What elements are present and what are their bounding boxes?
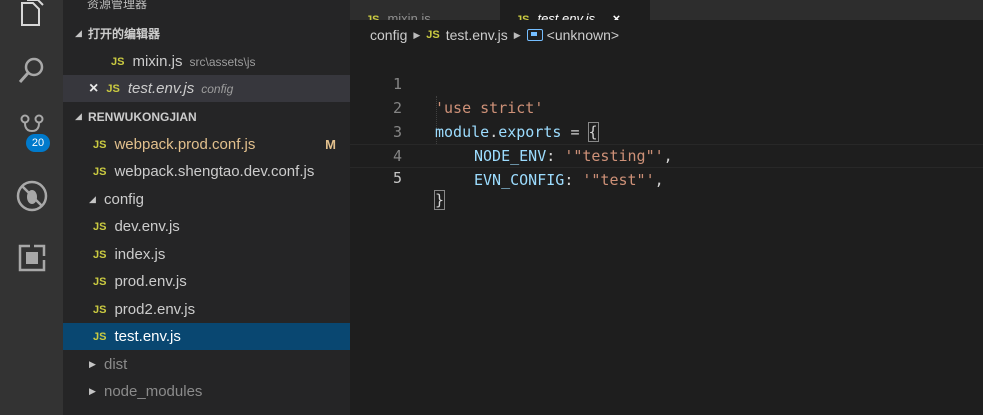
punct-token: : xyxy=(564,171,583,189)
tab-test-env[interactable]: JS test.env.js × xyxy=(500,0,650,20)
tab-mixin[interactable]: JS mixin.js xyxy=(350,0,500,20)
close-icon[interactable]: × xyxy=(89,80,98,98)
tab-label-text: mixin.js xyxy=(387,11,431,20)
tab-label: JS mixin.js xyxy=(366,11,431,20)
line-number: 5 xyxy=(392,169,402,187)
tab-label: JS test.env.js × xyxy=(516,11,620,20)
explorer-title-label: 资源管理器 xyxy=(87,0,148,11)
string-token: '"test"' xyxy=(582,171,655,189)
open-editor-path: src\assets\js xyxy=(189,54,256,69)
breadcrumb-symbol[interactable]: <unknown> xyxy=(547,27,619,43)
caret-down-icon: ◢ xyxy=(89,194,96,204)
key-token: EVN_CONFIG xyxy=(474,171,565,189)
folder-node-modules[interactable]: ▶ node_modules xyxy=(63,378,350,405)
code-editor[interactable]: 1 'use strict' 2 module.exports = { 3 NO… xyxy=(350,48,983,415)
scm-count-badge: 20 xyxy=(26,134,50,152)
punct-token: , xyxy=(654,171,664,189)
js-file-icon: JS xyxy=(93,165,107,178)
js-file-icon: JS xyxy=(106,82,120,95)
open-editors-header[interactable]: ◢ 打开的编辑器 xyxy=(63,20,350,47)
file-item[interactable]: JS dev.env.js xyxy=(63,213,350,240)
file-name: prod2.env.js xyxy=(114,301,196,318)
code-text: } xyxy=(433,189,446,211)
open-editor-item-active[interactable]: × JS test.env.js config xyxy=(63,75,350,102)
caret-right-icon: ▶ xyxy=(89,386,96,396)
file-name: dev.env.js xyxy=(114,218,180,235)
js-file-icon: JS xyxy=(366,14,380,20)
file-item[interactable]: JS index.js xyxy=(63,241,350,268)
code-line[interactable]: 1 'use strict' xyxy=(350,48,983,117)
open-editor-path: config xyxy=(201,81,234,96)
code-line-current[interactable]: 5 } xyxy=(350,144,983,210)
files-icon[interactable] xyxy=(0,0,63,38)
folder-name: dist xyxy=(104,356,128,373)
breadcrumb: config ▶ JS test.env.js ▶ <unknown> xyxy=(350,22,983,48)
code-line[interactable]: 2 module.exports = { xyxy=(350,72,983,142)
open-editors-label: 打开的编辑器 xyxy=(88,27,161,41)
file-item[interactable]: JS prod.env.js xyxy=(63,268,350,295)
caret-down-icon: ◢ xyxy=(75,28,82,38)
folder-dist[interactable]: ▶ dist xyxy=(63,351,350,378)
breadcrumb-folder[interactable]: config xyxy=(370,27,407,43)
symbol-icon xyxy=(526,29,543,41)
code-line[interactable]: 4 EVN_CONFIG: '"test"', xyxy=(350,120,983,189)
explorer-sidebar: 资源管理器 ◢ 打开的编辑器 JS mixin.js src\assets\js… xyxy=(63,0,350,415)
js-file-icon: JS xyxy=(93,330,107,343)
close-icon[interactable]: × xyxy=(613,11,621,20)
modified-badge: M xyxy=(325,137,336,152)
folder-name: node_modules xyxy=(104,383,203,400)
file-item[interactable]: JS webpack.prod.conf.js M xyxy=(63,131,350,158)
project-label: RENWUKONGJIAN xyxy=(88,109,197,124)
open-editor-item[interactable]: JS mixin.js src\assets\js xyxy=(63,48,350,75)
js-file-icon: JS xyxy=(93,220,107,233)
tab-label-text: test.env.js xyxy=(537,11,596,20)
code-line[interactable]: 3 NODE_ENV: '"testing"', xyxy=(350,96,983,165)
caret-down-icon: ◢ xyxy=(75,111,82,121)
caret-right-icon: ▶ xyxy=(89,359,96,369)
breadcrumb-file[interactable]: test.env.js xyxy=(446,27,508,43)
code-text: EVN_CONFIG: '"test"', xyxy=(474,168,664,192)
extensions-icon[interactable] xyxy=(0,234,63,282)
folder-config[interactable]: ◢ config xyxy=(63,186,350,213)
file-name: webpack.shengtao.dev.conf.js xyxy=(114,163,315,180)
js-file-icon: JS xyxy=(93,275,107,288)
js-file-icon: JS xyxy=(93,303,107,316)
bracket-token: } xyxy=(433,190,446,210)
file-item[interactable]: JS webpack.shengtao.dev.conf.js xyxy=(63,158,350,185)
file-name: prod.env.js xyxy=(114,273,187,290)
chevron-right-icon: ▶ xyxy=(513,29,521,40)
js-file-icon: JS xyxy=(516,14,530,20)
js-file-icon: JS xyxy=(111,55,125,68)
folder-name: config xyxy=(104,191,145,208)
file-name: test.env.js xyxy=(114,328,181,345)
search-icon[interactable] xyxy=(0,46,63,94)
js-file-icon: JS xyxy=(426,29,440,41)
activity-bar: 20 xyxy=(0,0,63,415)
debug-icon[interactable] xyxy=(0,172,63,220)
js-file-icon: JS xyxy=(93,138,107,151)
open-editor-name: test.env.js xyxy=(127,80,195,97)
file-item[interactable]: JS prod2.env.js xyxy=(63,296,350,323)
explorer-title: 资源管理器 xyxy=(63,0,350,17)
project-header[interactable]: ◢ RENWUKONGJIAN xyxy=(63,103,350,130)
file-name: index.js xyxy=(114,246,166,263)
editor-tabs: JS mixin.js JS test.env.js × xyxy=(350,0,983,20)
js-file-icon: JS xyxy=(93,248,107,261)
chevron-right-icon: ▶ xyxy=(413,29,421,40)
file-name: webpack.prod.conf.js xyxy=(114,136,256,153)
file-item-selected[interactable]: JS test.env.js xyxy=(63,323,350,350)
open-editor-name: mixin.js xyxy=(132,53,183,70)
